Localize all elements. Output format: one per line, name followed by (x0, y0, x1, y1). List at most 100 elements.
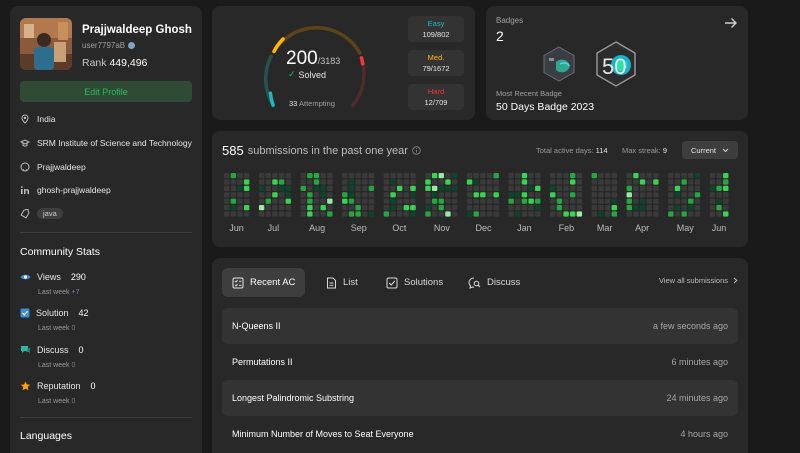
heatmap-cell[interactable] (550, 205, 556, 211)
heatmap-cell[interactable] (576, 185, 583, 191)
heatmap-cell[interactable] (224, 173, 230, 179)
heatmap-cell[interactable] (403, 198, 410, 204)
heatmap-cell[interactable] (681, 192, 687, 198)
heatmap-cell[interactable] (723, 192, 729, 198)
heatmap-cell[interactable] (348, 198, 355, 204)
heatmap-cell[interactable] (611, 205, 617, 211)
heatmap-cell[interactable] (611, 173, 617, 179)
heatmap-cell[interactable] (668, 185, 674, 191)
heatmap-cell[interactable] (563, 173, 569, 179)
heatmap-cell[interactable] (515, 179, 521, 185)
heatmap-cell[interactable] (466, 179, 473, 185)
heatmap-cell[interactable] (550, 173, 556, 179)
heatmap-cell[interactable] (569, 211, 576, 217)
heatmap-cell[interactable] (493, 173, 499, 179)
heatmap-cell[interactable] (285, 205, 291, 211)
heatmap-cell[interactable] (396, 185, 403, 191)
heatmap-cell[interactable] (653, 173, 659, 179)
heatmap-cell[interactable] (278, 192, 285, 198)
heatmap-cell[interactable] (243, 211, 250, 217)
heatmap-cell[interactable] (653, 198, 659, 204)
heatmap-cell[interactable] (646, 192, 652, 198)
submission-row[interactable]: Permutations II 6 minutes ago (222, 344, 738, 380)
heatmap-cell[interactable] (716, 179, 722, 185)
heatmap-cell[interactable] (403, 179, 410, 185)
heatmap-cell[interactable] (576, 205, 583, 211)
heatmap-cell[interactable] (258, 192, 265, 198)
heatmap-cell[interactable] (633, 185, 639, 191)
heatmap-cell[interactable] (528, 198, 534, 204)
heatmap-cell[interactable] (591, 211, 598, 217)
heatmap-cell[interactable] (674, 173, 681, 179)
heatmap-cell[interactable] (383, 205, 390, 211)
heatmap-cell[interactable] (576, 211, 583, 217)
heatmap-cell[interactable] (265, 185, 271, 191)
heatmap-cell[interactable] (258, 185, 265, 191)
info-icon[interactable] (412, 146, 421, 155)
heatmap-cell[interactable] (362, 192, 368, 198)
heatmap-cell[interactable] (362, 211, 368, 217)
heatmap-cell[interactable] (716, 205, 722, 211)
heatmap-cell[interactable] (390, 192, 396, 198)
heatmap-cell[interactable] (403, 173, 410, 179)
heatmap-cell[interactable] (521, 198, 528, 204)
heatmap-cell[interactable] (425, 205, 431, 211)
heatmap-cell[interactable] (320, 173, 326, 179)
heatmap-cell[interactable] (403, 205, 410, 211)
heatmap-cell[interactable] (668, 173, 674, 179)
heatmap-cell[interactable] (480, 205, 486, 211)
heatmap-cell[interactable] (576, 198, 583, 204)
heatmap-cell[interactable] (563, 179, 569, 185)
github-text[interactable]: Prajjwaldeep (37, 162, 86, 172)
heatmap-cell[interactable] (486, 198, 493, 204)
heatmap-cell[interactable] (480, 173, 486, 179)
heatmap-cell[interactable] (473, 185, 479, 191)
linkedin-row[interactable]: ghosh-prajjwaldeep (20, 185, 192, 195)
heatmap-cell[interactable] (243, 185, 250, 191)
heatmap-cell[interactable] (230, 179, 237, 185)
heatmap-cell[interactable] (230, 192, 237, 198)
heatmap-cell[interactable] (355, 205, 361, 211)
heatmap-cell[interactable] (307, 192, 313, 198)
heatmap-cell[interactable] (569, 198, 576, 204)
heatmap-cell[interactable] (320, 198, 326, 204)
badge-hexagon-icon[interactable] (542, 46, 576, 82)
heatmap-cell[interactable] (278, 185, 285, 191)
heatmap-cell[interactable] (521, 205, 528, 211)
heatmap-cell[interactable] (383, 173, 390, 179)
heatmap-cell[interactable] (272, 192, 278, 198)
heatmap-cell[interactable] (521, 185, 528, 191)
heatmap-cell[interactable] (327, 179, 333, 185)
heatmap-cell[interactable] (626, 185, 632, 191)
heatmap-cell[interactable] (403, 192, 410, 198)
heatmap-cell[interactable] (466, 198, 473, 204)
heatmap-cell[interactable] (438, 198, 444, 204)
heatmap-cell[interactable] (493, 205, 499, 211)
heatmap-cell[interactable] (445, 198, 451, 204)
heatmap-cell[interactable] (591, 205, 598, 211)
heatmap-cell[interactable] (327, 192, 333, 198)
heatmap-cell[interactable] (342, 179, 348, 185)
heatmap-cell[interactable] (688, 198, 694, 204)
heatmap-cell[interactable] (528, 179, 534, 185)
heatmap-cell[interactable] (362, 205, 368, 211)
heatmap-cell[interactable] (563, 192, 569, 198)
heatmap-cell[interactable] (258, 173, 265, 179)
heatmap-cell[interactable] (327, 211, 333, 217)
heatmap-cell[interactable] (410, 179, 416, 185)
heatmap-cell[interactable] (390, 211, 396, 217)
heatmap-cell[interactable] (243, 198, 250, 204)
heatmap-cell[interactable] (285, 173, 291, 179)
heatmap-cell[interactable] (604, 211, 611, 217)
heatmap-cell[interactable] (716, 192, 722, 198)
heatmap-cell[interactable] (688, 173, 694, 179)
heatmap-cell[interactable] (521, 173, 528, 179)
heatmap-cell[interactable] (243, 192, 250, 198)
heatmap-cell[interactable] (451, 192, 458, 198)
heatmap-cell[interactable] (550, 185, 556, 191)
heatmap-cell[interactable] (709, 211, 716, 217)
heatmap-cell[interactable] (681, 173, 687, 179)
heatmap-cell[interactable] (508, 205, 514, 211)
heatmap-cell[interactable] (653, 179, 659, 185)
heatmap-cell[interactable] (243, 205, 250, 211)
